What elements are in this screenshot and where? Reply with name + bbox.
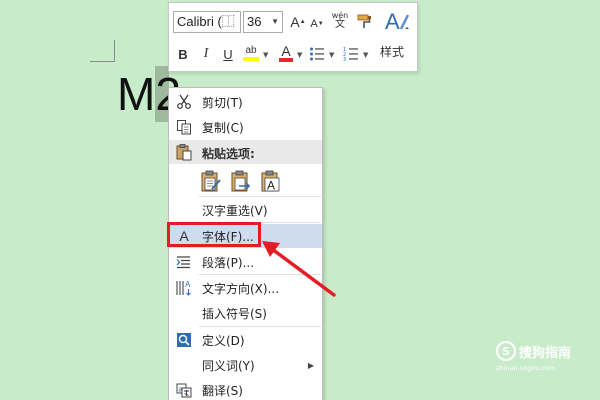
- menu-item-insert-symbol[interactable]: 插入符号(S): [169, 301, 322, 325]
- menu-item-cut[interactable]: 剪切(T): [169, 90, 322, 114]
- font-color-bar: [279, 58, 293, 62]
- bullets-icon: [310, 47, 324, 61]
- grow-font-icon: ▲: [299, 19, 306, 25]
- menu-item-translate[interactable]: a 翻译(S): [169, 378, 322, 400]
- paste-options-header: 粘贴选项:: [169, 140, 322, 164]
- menu-item-copy[interactable]: 复制(C): [169, 115, 322, 139]
- format-painter-button[interactable]: [355, 11, 375, 31]
- format-painter-icon: [357, 14, 371, 28]
- grow-font-button[interactable]: A ▲: [289, 12, 307, 32]
- menu-item-define-label: 定义(D): [202, 333, 245, 348]
- styles-button[interactable]: A: [383, 7, 411, 35]
- paste-keep-formatting-icon: [201, 170, 221, 192]
- menu-item-copy-label: 复制(C): [202, 120, 244, 135]
- shrink-font-label: A: [310, 18, 318, 30]
- submenu-arrow-icon: ▶: [307, 360, 314, 370]
- menu-item-insert-symbol-label: 插入符号(S): [202, 306, 267, 321]
- svg-text:A: A: [267, 179, 275, 193]
- numbering-button[interactable]: 1 2 3: [341, 44, 361, 64]
- text-direction-icon: A: [175, 279, 193, 297]
- menu-item-define[interactable]: 定义(D): [169, 328, 322, 352]
- highlight-color-bar: [243, 57, 259, 61]
- annotation-highlight-box: [167, 222, 261, 247]
- watermark: S 搜狗指南 zhinan.sogou.com: [496, 341, 571, 372]
- menu-item-cut-label: 剪切(T): [202, 95, 243, 110]
- menu-separator: [199, 196, 321, 197]
- numbering-icon: 1 2 3: [343, 47, 358, 62]
- font-size-value: 36: [247, 14, 262, 29]
- font-size-dropdown-icon[interactable]: ▼: [271, 12, 279, 32]
- scissors-icon: [175, 93, 193, 111]
- translate-icon: a: [175, 381, 193, 399]
- watermark-logo-icon: S: [496, 341, 516, 361]
- annotation-arrow-icon: [262, 241, 336, 297]
- document-text[interactable]: M 2: [117, 66, 181, 122]
- bullets-button[interactable]: [307, 44, 327, 64]
- font-color-button[interactable]: A: [276, 43, 296, 63]
- define-icon: [175, 331, 193, 349]
- highlight-dropdown-icon[interactable]: ▼: [263, 51, 268, 59]
- shrink-font-icon: ▼: [317, 21, 324, 27]
- paste-merge-formatting-button[interactable]: [230, 169, 252, 193]
- menu-item-translate-label: 翻译(S): [202, 383, 243, 398]
- paste-keep-source-formatting-button[interactable]: [200, 169, 222, 193]
- underline-button[interactable]: U: [220, 44, 236, 64]
- mini-toolbar: Calibri (⿰ 36 ▼ A ▲ A ▼ wén 文 A 样式 B I U a…: [168, 2, 418, 72]
- styles-icon: A: [385, 9, 410, 34]
- grow-font-label: A: [290, 14, 300, 30]
- paste-text-only-icon: A: [261, 170, 280, 193]
- paste-options-label: 粘贴选项:: [202, 147, 255, 161]
- svg-text:A: A: [385, 9, 400, 34]
- shrink-font-button[interactable]: A ▼: [309, 14, 325, 34]
- clipboard-icon: [175, 143, 193, 164]
- svg-text:3: 3: [343, 57, 346, 62]
- menu-item-reconvert-label: 汉字重选(V): [202, 203, 268, 218]
- highlight-button[interactable]: ab: [240, 43, 262, 63]
- paste-text-only-button[interactable]: A: [260, 169, 282, 193]
- page-corner-mark: [90, 40, 116, 62]
- watermark-name: 搜狗指南: [519, 345, 572, 361]
- paste-merge-formatting-icon: [231, 170, 251, 192]
- font-size-box[interactable]: 36 ▼: [243, 11, 283, 33]
- svg-text:A: A: [185, 280, 191, 289]
- styles-label: 样式: [380, 45, 405, 59]
- copy-icon: [175, 118, 193, 136]
- highlight-label: ab: [245, 45, 257, 56]
- menu-item-reconvert[interactable]: 汉字重选(V): [169, 198, 322, 222]
- menu-separator: [199, 326, 321, 327]
- menu-item-paragraph-label: 段落(P)...: [202, 255, 255, 270]
- font-color-label: A: [281, 43, 291, 59]
- document-text-plain[interactable]: M: [117, 66, 155, 122]
- paragraph-icon: [175, 253, 193, 271]
- bold-button[interactable]: B: [175, 44, 191, 64]
- bullets-dropdown-icon[interactable]: ▼: [329, 51, 334, 59]
- numbering-dropdown-icon[interactable]: ▼: [363, 51, 368, 59]
- watermark-url: zhinan.sogou.com: [496, 365, 556, 372]
- font-color-dropdown-icon[interactable]: ▼: [297, 51, 302, 59]
- phonetic-guide-char: 文: [335, 19, 345, 30]
- phonetic-guide-button[interactable]: wén 文: [329, 10, 351, 30]
- font-name-box[interactable]: Calibri (⿰: [173, 11, 241, 33]
- italic-button[interactable]: I: [198, 44, 214, 64]
- menu-item-synonyms-label: 同义词(Y): [202, 358, 255, 373]
- menu-item-synonyms[interactable]: 同义词(Y) ▶: [169, 353, 322, 377]
